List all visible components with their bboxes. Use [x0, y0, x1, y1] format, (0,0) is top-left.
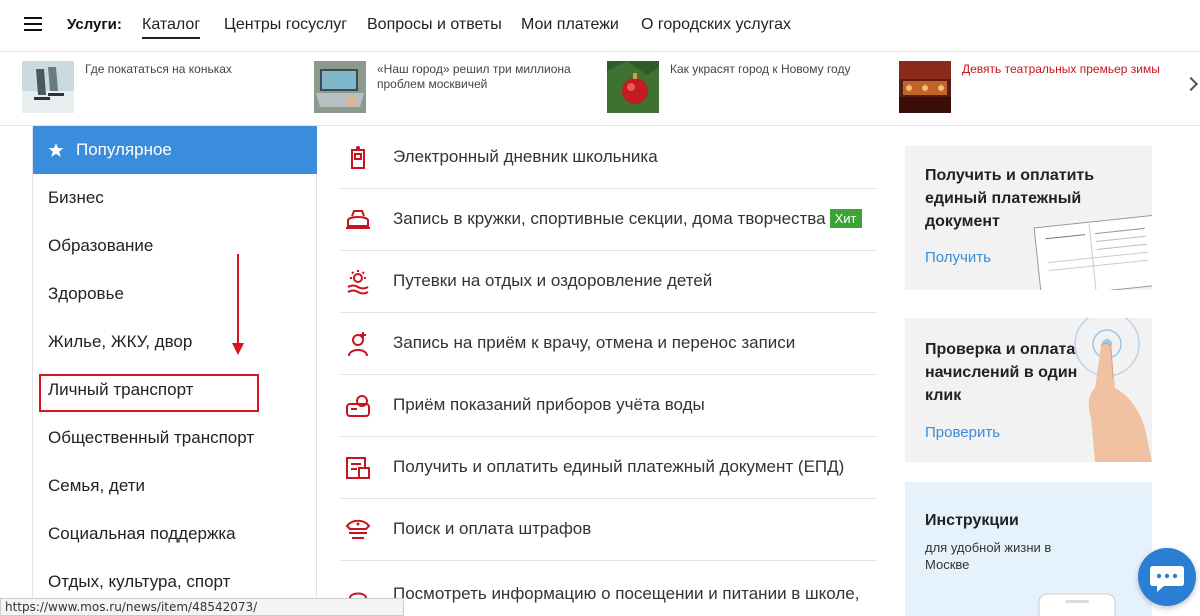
service-label: Запись в кружки, спортивные секции, дома… [393, 209, 862, 229]
nav-title: Услуги: [67, 16, 122, 33]
document-illustration [1033, 214, 1152, 290]
sidebar-item-housing[interactable]: Жилье, ЖКУ, двор [33, 318, 317, 366]
card-title: Инструкции [925, 512, 1019, 529]
sidebar-item-label: Популярное [76, 140, 172, 159]
sidebar-item-family[interactable]: Семья, дети [33, 462, 317, 510]
service-label: Поиск и оплата штрафов [393, 519, 592, 538]
menu-icon[interactable] [24, 17, 42, 31]
service-item[interactable]: Путевки на отдых и оздоровление детей [340, 251, 877, 313]
annotation-highlight-box [39, 374, 259, 412]
sidebar-item-business[interactable]: Бизнес [33, 174, 317, 222]
service-item[interactable]: Запись на приём к врачу, отмена и перено… [340, 313, 877, 375]
sidebar-item-health[interactable]: Здоровье [33, 270, 317, 318]
nav-about-services[interactable]: О городских услугах [641, 16, 791, 34]
water-meter-icon [346, 395, 370, 417]
service-item[interactable]: Приём показаний приборов учёта воды [340, 375, 877, 437]
doctor-icon [348, 332, 368, 357]
category-sidebar: Популярное Бизнес Образование Здоровье Ж… [32, 126, 317, 616]
service-label: Путевки на отдых и оздоровление детей [393, 271, 713, 290]
news-strip: Где покататься на коньках «Наш город» ре… [0, 53, 1200, 126]
check-link[interactable]: Проверить [925, 424, 1000, 441]
service-item[interactable]: Поиск и оплата штрафов [340, 499, 877, 561]
check-payments-card[interactable]: Проверка и оплата начислений в один клик… [905, 318, 1152, 462]
nav-my-payments[interactable]: Мои платежи [521, 16, 619, 34]
service-item[interactable]: Посмотреть информацию о посещении и пита… [340, 561, 877, 616]
payment-document-icon [346, 457, 370, 479]
nav-faq[interactable]: Вопросы и ответы [367, 16, 502, 34]
theater-image [899, 61, 951, 113]
sidebar-item-public-transport[interactable]: Общественный транспорт [33, 414, 317, 462]
nav-catalog[interactable]: Каталог [142, 16, 201, 39]
service-label: Запись на приём к врачу, отмена и перено… [393, 333, 796, 352]
phone-illustration [1038, 593, 1116, 616]
service-label-text: Запись в кружки, спортивные секции, дома… [393, 209, 826, 228]
news-title: Как украсят город к Новому году [670, 62, 851, 76]
top-navigation: Услуги: Каталог Центры госуслуг Вопросы … [0, 0, 1200, 52]
chevron-right-icon[interactable] [1183, 76, 1199, 92]
news-item[interactable]: Как украсят город к Новому году [607, 61, 887, 117]
card-title: Проверка и оплата начислений в один клик [925, 341, 1078, 404]
chat-button[interactable] [1138, 548, 1196, 606]
sidebar-item-social-support[interactable]: Социальная поддержка [33, 510, 317, 558]
sidebar-item-popular[interactable]: Популярное [33, 126, 317, 174]
hobby-club-icon [346, 210, 370, 229]
annotation-arrow [237, 254, 239, 346]
annotation-arrow-head [232, 343, 244, 355]
chat-bubble-icon [1150, 566, 1184, 592]
epd-card[interactable]: Получить и оплатить единый платежный док… [905, 146, 1152, 290]
news-title: Девять театральных премьер зимы [962, 62, 1160, 76]
link-status-bar: https://www.mos.ru/news/item/48542073/ [0, 598, 404, 616]
service-label: Получить и оплатить единый платежный док… [393, 457, 845, 476]
service-label: Посмотреть информацию о посещении и пита… [393, 584, 860, 616]
school-diary-icon [351, 146, 365, 169]
service-item[interactable]: Получить и оплатить единый платежный док… [340, 437, 877, 499]
news-item[interactable]: «Наш город» решил три миллиона проблем м… [314, 61, 594, 117]
christmas-ornament-image [607, 61, 659, 113]
nav-service-centers[interactable]: Центры госуслуг [224, 16, 347, 34]
sun-waves-icon [347, 270, 369, 295]
news-title: Где покататься на коньках [85, 62, 232, 76]
instructions-card[interactable]: Инструкции для удобной жизни в Москве [905, 482, 1152, 616]
service-label: Электронный дневник школьника [393, 147, 658, 166]
sidebar-item-education[interactable]: Образование [33, 222, 317, 270]
skating-image [22, 61, 74, 113]
service-item[interactable]: Электронный дневник школьника [340, 127, 877, 189]
card-subtitle: для удобной жизни в Москве [925, 540, 1052, 572]
hit-badge: Хит [829, 209, 862, 228]
news-item[interactable]: Девять театральных премьер зимы [899, 61, 1179, 117]
news-item[interactable]: Где покататься на коньках [22, 61, 292, 117]
service-item[interactable]: Запись в кружки, спортивные секции, дома… [340, 189, 877, 251]
get-link[interactable]: Получить [925, 249, 991, 266]
news-title: «Наш город» решил три миллиона проблем м… [377, 62, 571, 91]
star-icon [48, 143, 64, 157]
service-label: Приём показаний приборов учёта воды [393, 395, 705, 414]
laptop-image [314, 61, 366, 113]
police-cap-icon [345, 519, 371, 539]
